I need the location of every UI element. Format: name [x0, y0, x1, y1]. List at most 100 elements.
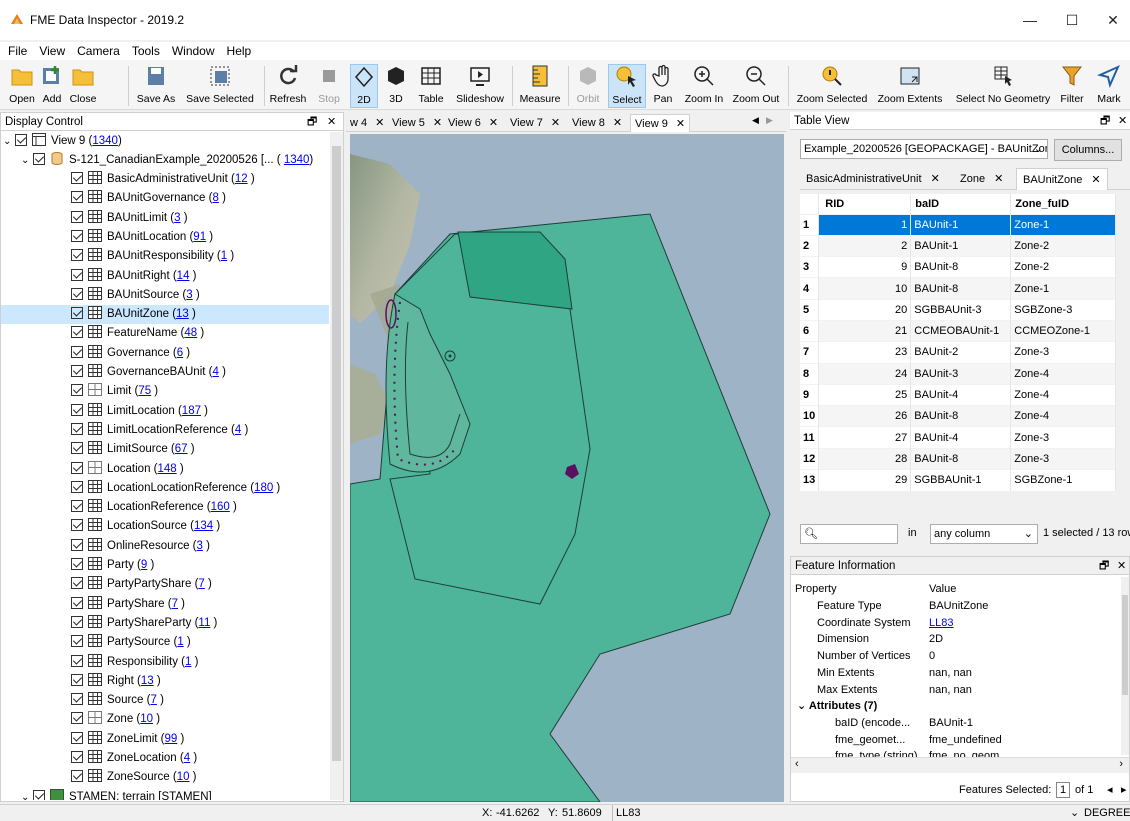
checkbox[interactable] [71, 731, 83, 744]
checkbox[interactable] [71, 210, 83, 223]
tree-scrollbar-thumb[interactable] [332, 146, 341, 761]
layer-item[interactable]: LimitSource (67 ) [1, 440, 329, 459]
checkbox[interactable] [71, 172, 83, 184]
column-header-rid[interactable]: RID [818, 194, 912, 214]
maximize-button[interactable]: ☐ [1057, 10, 1087, 30]
orbit-button[interactable]: Orbit [572, 64, 604, 108]
table-row[interactable]: 5 20 SGBBAUnit-3 SGBZone-3 [800, 298, 1116, 321]
open-button[interactable]: Open [6, 64, 38, 108]
close-panel-icon[interactable]: ✕ [1118, 112, 1127, 130]
property-value[interactable]: LL83 [929, 615, 953, 632]
previous-feature-icon[interactable]: ◂ [1107, 779, 1113, 801]
checkbox[interactable] [71, 712, 83, 725]
layer-item[interactable]: Right (13 ) [1, 672, 329, 691]
refresh-button[interactable]: Refresh [268, 64, 308, 108]
columns-button[interactable]: Columns... [1054, 139, 1122, 161]
layer-item[interactable]: LimitLocationReference (4 ) [1, 421, 329, 440]
close-button[interactable]: Close [66, 64, 100, 108]
dataset-node[interactable]: ⌄ S-121_CanadianExample_20200526 [... ( 1… [21, 151, 313, 170]
menu-tools[interactable]: Tools [126, 42, 166, 60]
layer-item[interactable]: LocationReference (160 ) [1, 498, 329, 517]
checkbox[interactable] [71, 751, 83, 763]
tab-basicadministrativeunit[interactable]: BasicAdministrativeUnit ✕ [800, 168, 946, 190]
features-selected-index-input[interactable]: 1 [1056, 782, 1070, 798]
view-tab[interactable]: View 9 ✕ [630, 114, 691, 132]
checkbox[interactable] [71, 654, 83, 667]
layer-item[interactable]: PartyShareParty (11 ) [1, 614, 329, 633]
slideshow-button[interactable]: Slideshow [452, 64, 508, 108]
checkbox[interactable] [71, 461, 83, 474]
stop-button[interactable]: Stop [312, 64, 346, 108]
checkbox[interactable] [71, 287, 83, 300]
view-tab[interactable]: w 4 ✕ [346, 114, 388, 132]
menu-window[interactable]: Window [166, 42, 221, 60]
layer-item[interactable]: BAUnitLimit (3 ) [1, 209, 329, 228]
layer-item[interactable]: PartyShare (7 ) [1, 595, 329, 614]
table-row[interactable]: 6 21 CCMEOBAUnit-1 CCMEOZone-1 [800, 319, 1116, 342]
checkbox[interactable] [71, 635, 83, 648]
layer-item[interactable]: Party (9 ) [1, 556, 329, 575]
2d-button[interactable]: 2D [350, 64, 378, 108]
close-tab-icon[interactable]: ✕ [489, 117, 498, 129]
layer-item[interactable]: ZoneSource (10 ) [1, 768, 329, 787]
minimize-button[interactable]: — [1015, 10, 1045, 30]
save-selected-button[interactable]: Save Selected [184, 64, 256, 108]
3d-button[interactable]: 3D [382, 64, 410, 108]
menu-camera[interactable]: Camera [71, 42, 126, 60]
attributes-group[interactable]: ⌄ Attributes (7) [797, 698, 877, 715]
menu-help[interactable]: Help [221, 42, 258, 60]
checkbox[interactable] [71, 558, 83, 570]
view-tab[interactable]: View 6 ✕ [444, 114, 502, 132]
checkbox[interactable] [71, 538, 83, 551]
table-row[interactable]: 13 29 SGBBAUnit-1 SGBZone-1 [800, 469, 1116, 491]
layer-item[interactable]: PartyPartyShare (7 ) [1, 575, 329, 594]
layer-item[interactable]: BasicAdministrativeUnit (12 ) [1, 170, 329, 189]
layer-item[interactable]: LocationSource (134 ) [1, 517, 329, 536]
next-feature-icon[interactable]: ▸ [1121, 779, 1127, 801]
collapse-arrow-icon[interactable]: ⌄ [797, 700, 806, 712]
menu-file[interactable]: File [2, 42, 33, 60]
table-row[interactable]: 12 28 BAUnit-8 Zone-3 [800, 447, 1116, 470]
checkbox[interactable] [71, 673, 83, 686]
checkbox[interactable] [71, 442, 83, 455]
table-row[interactable]: 7 23 BAUnit-2 Zone-3 [800, 341, 1116, 364]
checkbox[interactable] [71, 249, 83, 262]
expand-arrow-icon[interactable]: ⌄ [21, 788, 33, 800]
view-tab[interactable]: View 5 ✕ [388, 114, 446, 132]
checkbox[interactable] [71, 326, 83, 339]
tree-scrollbar[interactable] [330, 132, 343, 800]
zoom-out-button[interactable]: Zoom Out [730, 64, 782, 108]
zoom-selected-button[interactable]: Zoom Selected [794, 64, 870, 108]
checkbox[interactable] [71, 615, 83, 628]
layer-item[interactable]: Source (7 ) [1, 691, 329, 710]
layer-item[interactable]: BAUnitRight (14 ) [1, 267, 329, 286]
layer-item[interactable]: Zone (10 ) [1, 710, 329, 729]
layer-item[interactable]: BAUnitZone (13 ) [1, 305, 329, 325]
checkbox[interactable] [71, 693, 83, 706]
expand-arrow-icon[interactable]: ⌄ [3, 132, 15, 151]
close-tab-icon[interactable]: ✕ [931, 173, 940, 185]
tab-scroll-left-icon[interactable]: ◀ [752, 115, 759, 126]
view-tab[interactable]: View 8 ✕ [568, 114, 626, 132]
measure-button[interactable]: Measure [516, 64, 564, 108]
checkbox[interactable] [71, 422, 83, 435]
checkbox[interactable] [71, 480, 83, 493]
layer-item[interactable]: PartySource (1 ) [1, 633, 329, 652]
checkbox[interactable] [33, 789, 45, 800]
layer-item[interactable]: Location (148 ) [1, 460, 329, 479]
layer-item[interactable]: Limit (75 ) [1, 382, 329, 401]
layer-item[interactable]: FeatureName (48 ) [1, 324, 329, 343]
close-tab-icon[interactable]: ✕ [433, 117, 442, 129]
close-tab-icon[interactable]: ✕ [551, 117, 560, 129]
layer-item[interactable]: ZoneLocation (4 ) [1, 749, 329, 768]
table-row[interactable]: 4 10 BAUnit-8 Zone-1 [800, 277, 1116, 300]
zoom-extents-button[interactable]: Zoom Extents [874, 64, 946, 108]
layer-item[interactable]: LocationLocationReference (180 ) [1, 479, 329, 498]
table-row[interactable]: 9 25 BAUnit-4 Zone-4 [800, 383, 1116, 406]
column-header-zone-fuid[interactable]: Zone_fuID [1010, 194, 1116, 214]
tab-baunitzone[interactable]: BAUnitZone ✕ [1016, 168, 1108, 190]
layer-item[interactable]: LimitLocation (187 ) [1, 402, 329, 421]
close-panel-icon[interactable]: ✕ [1117, 557, 1126, 575]
search-column-select[interactable]: any column ⌄ [930, 524, 1038, 544]
float-panel-icon[interactable]: 🗗 [1100, 112, 1110, 130]
